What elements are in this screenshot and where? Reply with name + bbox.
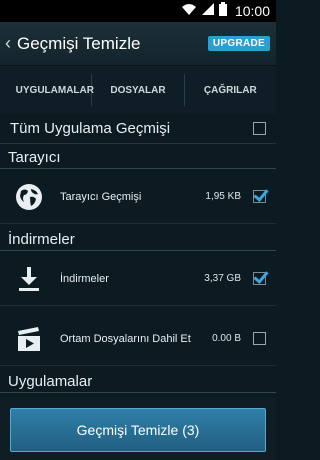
tab-calls[interactable]: ÇAĞRILAR [185, 74, 276, 106]
tab-apps-label: UYGULAMALAR [15, 84, 94, 96]
tab-files-label: DOSYALAR [110, 84, 166, 96]
media-files-size: 0.00 B [212, 333, 241, 344]
list-item-downloads[interactable]: İndirmeler 3,37 GB [0, 252, 276, 306]
signal-icon [201, 2, 215, 21]
upgrade-button[interactable]: UPGRADE [207, 36, 270, 51]
downloads-label: İndirmeler [60, 272, 109, 285]
download-icon [14, 264, 44, 294]
page-title[interactable]: Geçmişi Temizle [17, 34, 208, 54]
all-history-checkbox[interactable] [253, 122, 266, 135]
battery-icon [218, 1, 227, 21]
globe-icon [14, 182, 44, 212]
action-bar: ‹ Geçmişi Temizle UPGRADE [0, 22, 276, 66]
browser-history-size: 1,95 KB [205, 191, 241, 202]
media-files-checkbox[interactable] [253, 332, 266, 345]
downloads-checkbox[interactable] [253, 272, 266, 285]
list-item-media-files[interactable]: Ortam Dosyalarını Dahil Et 0.00 B [0, 312, 276, 366]
tab-files[interactable]: DOSYALAR [92, 74, 185, 106]
browser-history-label: Tarayıcı Geçmişi [60, 190, 142, 203]
tab-bar: UYGULAMALAR DOSYALAR ÇAĞRILAR [0, 66, 276, 114]
clear-history-button[interactable]: Geçmişi Temizle (3) [10, 408, 266, 452]
all-history-row[interactable]: Tüm Uygulama Geçmişi [0, 114, 276, 144]
list-item-browser-history[interactable]: Tarayıcı Geçmişi 1,95 KB [0, 170, 276, 224]
section-header-apps: Uygulamalar [0, 371, 276, 393]
clock: 10:00 [234, 3, 270, 19]
section-header-browser: Tarayıcı [0, 147, 276, 169]
browser-history-checkbox[interactable] [253, 190, 266, 203]
media-files-label: Ortam Dosyalarını Dahil Et [60, 332, 191, 345]
wifi-icon [181, 2, 197, 21]
back-chevron-icon[interactable]: ‹ [2, 33, 14, 54]
tab-apps[interactable]: UYGULAMALAR [0, 74, 94, 106]
tab-calls-label: ÇAĞRILAR [203, 84, 257, 96]
downloads-size: 3,37 GB [204, 273, 241, 284]
media-clapper-icon [14, 324, 44, 354]
status-bar: 10:00 [0, 0, 276, 22]
all-history-label: Tüm Uygulama Geçmişi [10, 120, 171, 137]
section-header-downloads: İndirmeler [0, 229, 276, 251]
